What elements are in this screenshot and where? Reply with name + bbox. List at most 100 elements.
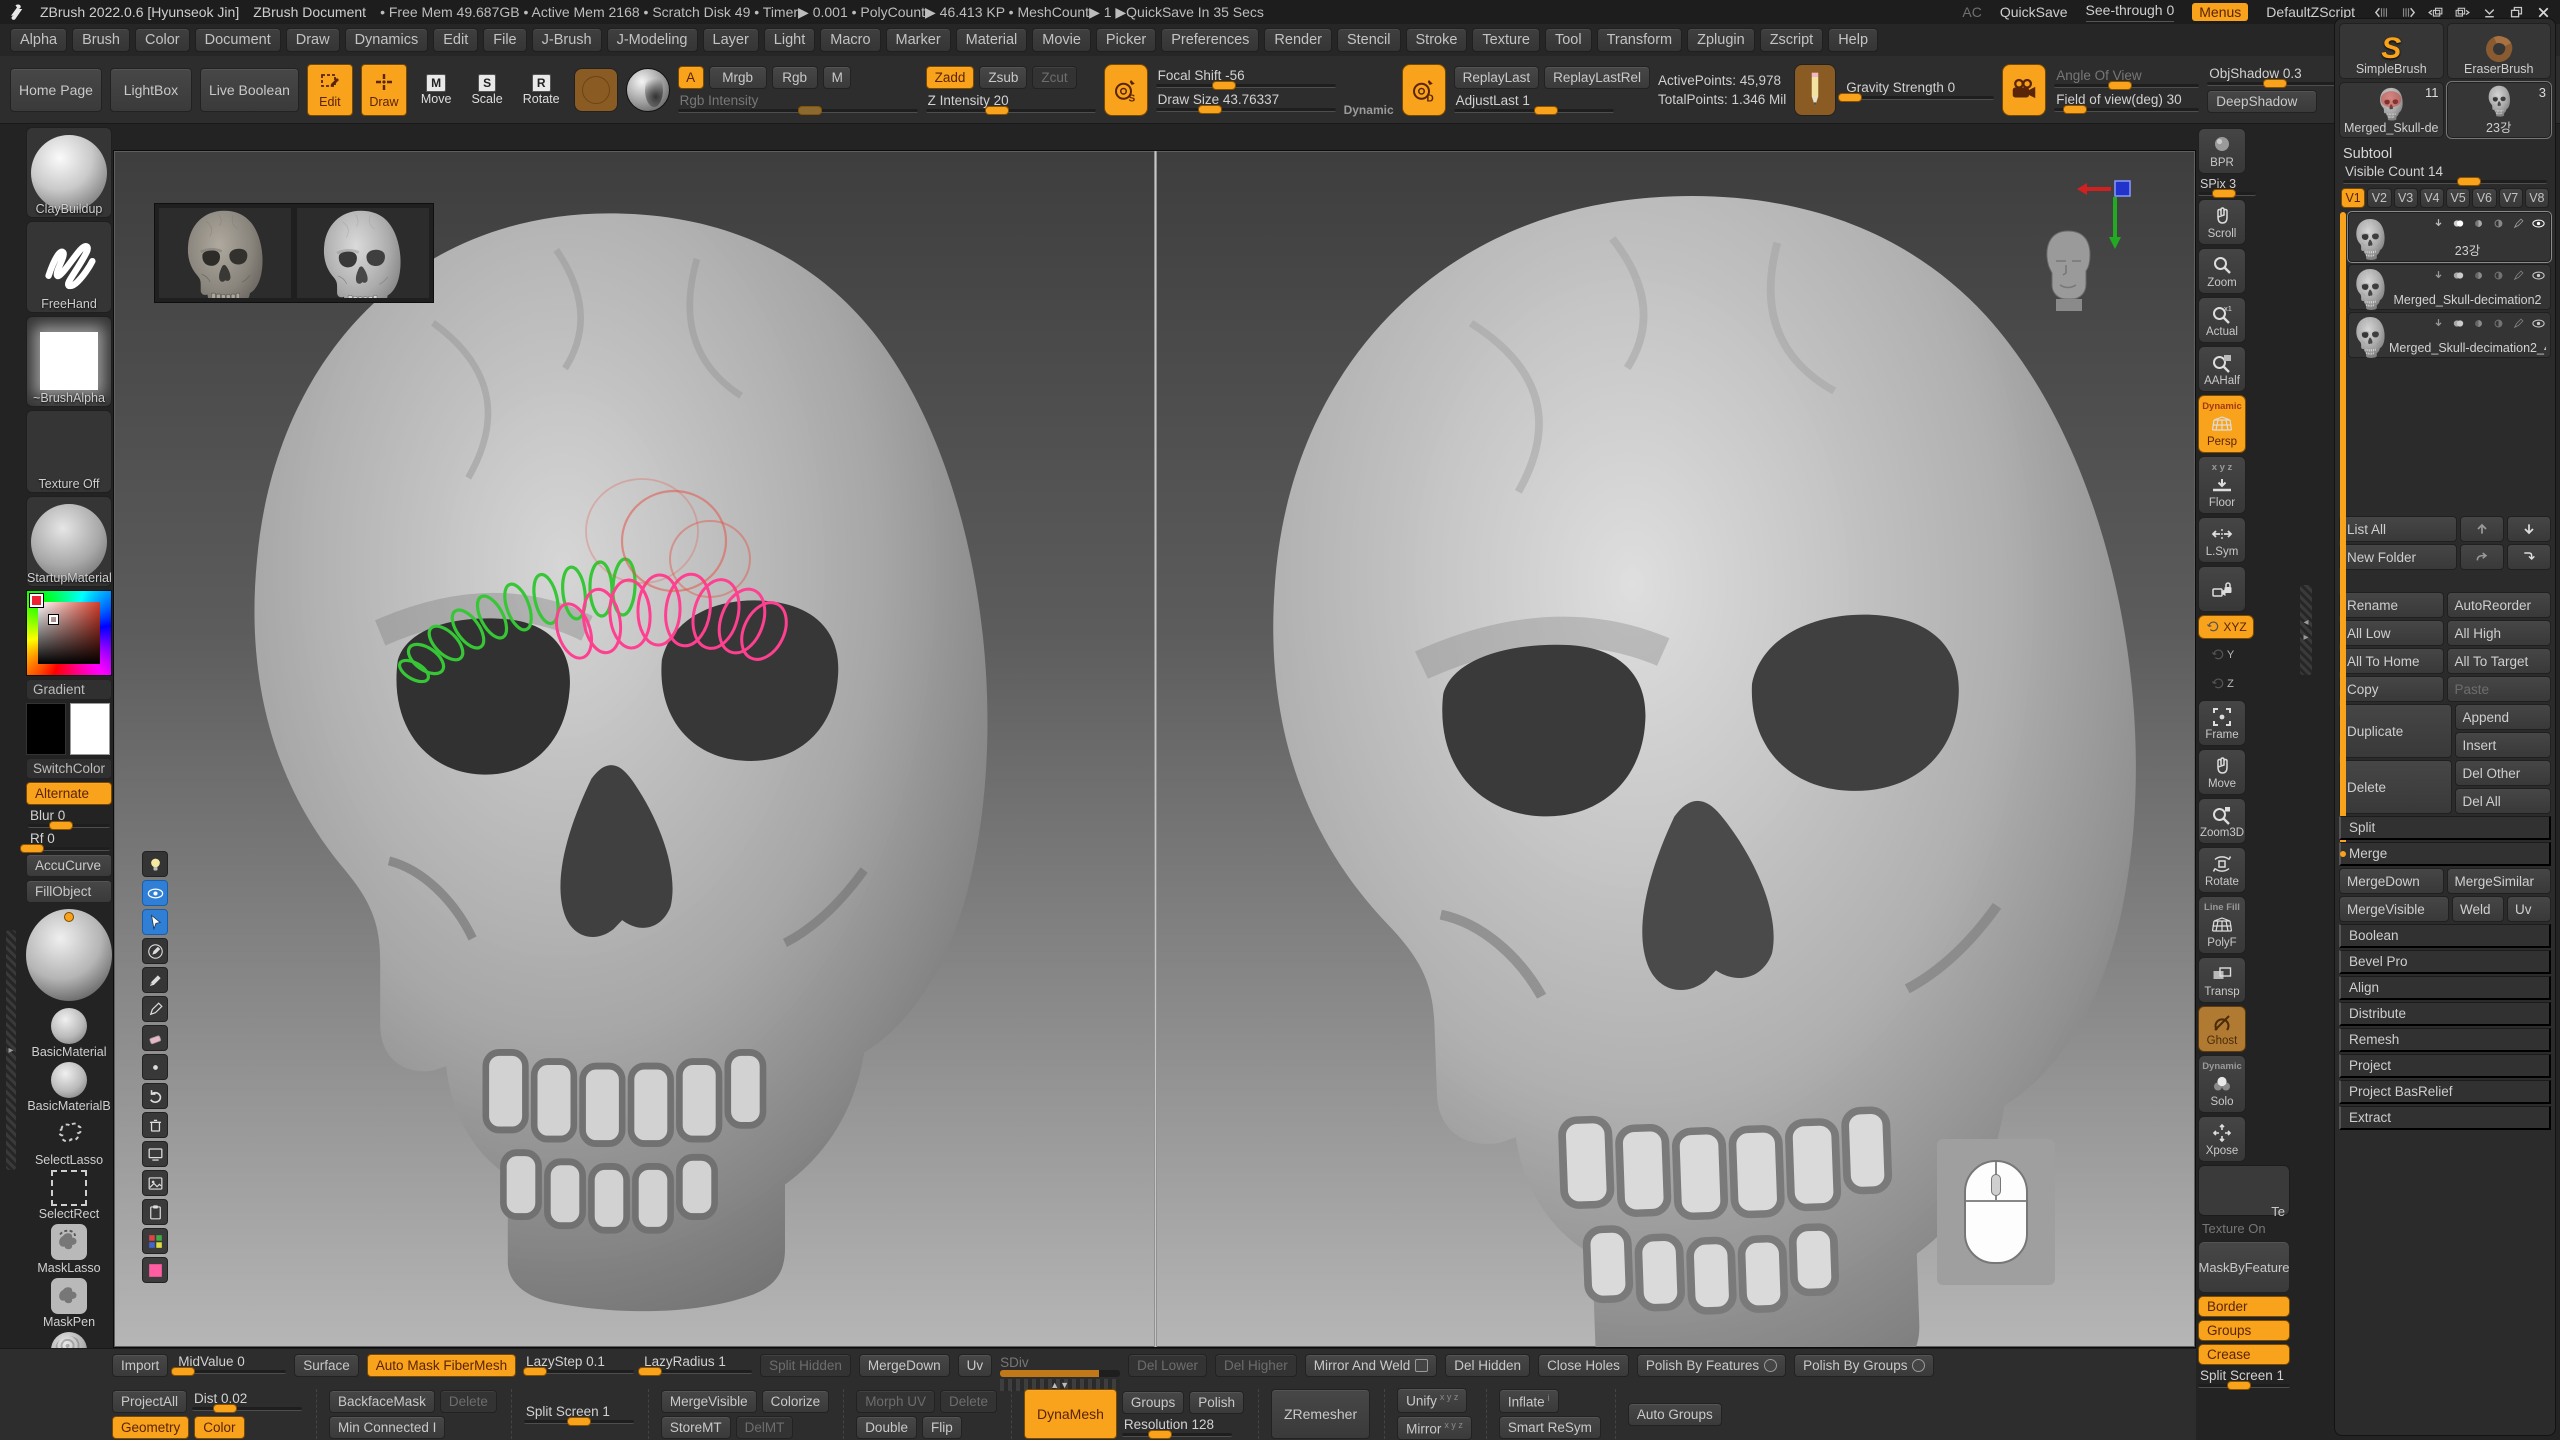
menu-zscript[interactable]: Zscript	[1760, 28, 1824, 52]
del-lower-button[interactable]: Del Lower	[1128, 1354, 1207, 1377]
rgb-button[interactable]: Rgb	[772, 66, 818, 89]
list-down-icon[interactable]	[2431, 216, 2446, 231]
eye-icon[interactable]	[2531, 316, 2546, 331]
delete-button[interactable]: Delete	[440, 1390, 497, 1413]
shade-icon[interactable]	[2471, 316, 2486, 331]
ac-toggle[interactable]: AC	[1962, 4, 1981, 20]
all-low-button[interactable]: All Low	[2339, 620, 2444, 646]
color-swatch[interactable]: A	[678, 66, 704, 89]
poly-icon[interactable]	[2451, 316, 2466, 331]
annot-pen-button[interactable]	[142, 996, 168, 1022]
focal-shift-slider[interactable]: Focal Shift -56	[1156, 68, 1336, 88]
align-section[interactable]: Align	[2339, 976, 2551, 1000]
slider-track[interactable]	[1122, 1433, 1232, 1437]
menu-alpha[interactable]: Alpha	[10, 28, 67, 52]
list-all-button[interactable]: List All	[2339, 516, 2457, 542]
slider-dist-0-02[interactable]: Dist 0.02	[192, 1391, 302, 1411]
viewport-floor-button[interactable]: x y zFloor	[2198, 456, 2246, 514]
del-other-button[interactable]: Del Other	[2455, 760, 2552, 786]
texture-thumb[interactable]: Te	[2198, 1165, 2290, 1216]
menu-render[interactable]: Render	[1264, 28, 1332, 52]
current-material-button[interactable]	[626, 68, 670, 112]
uv-button[interactable]: Uv	[2507, 896, 2551, 922]
slider-knob[interactable]	[2212, 189, 2236, 198]
annot-swatch-button[interactable]	[142, 1257, 168, 1283]
sidebar-item-selectlasso[interactable]: SelectLasso	[26, 1116, 112, 1167]
poly-icon[interactable]	[2451, 268, 2466, 283]
camera-head-preview[interactable]	[2037, 227, 2099, 313]
ring-icon[interactable]	[2491, 316, 2506, 331]
viewport-transp-button[interactable]: Transp	[2198, 957, 2246, 1003]
annot-bulb-button[interactable]	[142, 851, 168, 877]
slider-split-screen-1[interactable]: Split Screen 1	[524, 1404, 634, 1424]
menu-tool[interactable]: Tool	[1545, 28, 1592, 52]
import-button[interactable]: Import	[112, 1354, 168, 1377]
sidebar-item-basicmaterialb[interactable]: BasicMaterialB	[26, 1062, 112, 1113]
home-page-button[interactable]: Home Page	[10, 68, 102, 112]
projectall-button[interactable]: ProjectAll	[112, 1390, 187, 1413]
scale-button[interactable]: SScale	[465, 73, 508, 107]
annot-cursor-button[interactable]	[142, 909, 168, 935]
split-screen-divider[interactable]	[1154, 151, 1157, 1347]
slider-track[interactable]	[28, 824, 110, 828]
menu-file[interactable]: File	[483, 28, 526, 52]
boolean-section[interactable]: Boolean	[2339, 924, 2551, 948]
move-into-button[interactable]	[2507, 544, 2551, 570]
field-of-view-slider[interactable]: Field of view(deg) 30	[2054, 92, 2199, 112]
double-button[interactable]: Double	[856, 1416, 917, 1439]
mergevisible-button[interactable]: MergeVisible	[2339, 896, 2449, 922]
viewport-frame-button[interactable]: Frame	[2198, 700, 2246, 746]
viewport-xyz-button[interactable]: XYZ	[2198, 615, 2254, 639]
menu-j-brush[interactable]: J-Brush	[532, 28, 602, 52]
list-down-icon[interactable]	[2431, 268, 2446, 283]
project-section[interactable]: Project	[2339, 1054, 2551, 1078]
subtool-tab-v1[interactable]: V1	[2341, 188, 2365, 208]
annot-pencil-circle-button[interactable]	[142, 938, 168, 964]
menu-stroke[interactable]: Stroke	[1406, 28, 1468, 52]
annot-palette-button[interactable]	[142, 1228, 168, 1254]
subtool-tab-v2[interactable]: V2	[2367, 188, 2391, 208]
reference-skull-2[interactable]	[297, 208, 429, 298]
sidebar-item-selectrect[interactable]: SelectRect	[26, 1170, 112, 1221]
sv-square[interactable]	[38, 602, 100, 663]
subtool-tab-v6[interactable]: V6	[2472, 188, 2496, 208]
duplicate-button[interactable]: Duplicate	[2339, 704, 2452, 758]
new-folder-button[interactable]: New Folder	[2339, 544, 2457, 570]
move-up-button[interactable]	[2460, 516, 2504, 542]
brush-simplebrush[interactable]: S SimpleBrush	[2339, 23, 2444, 79]
brush-eraserbrush[interactable]: EraserBrush	[2447, 23, 2552, 79]
poly-icon[interactable]	[2451, 216, 2466, 231]
ring-icon[interactable]	[2491, 268, 2506, 283]
delmt-button[interactable]: DelMT	[736, 1416, 794, 1439]
adjust-last-slider[interactable]: AdjustLast 1	[1454, 93, 1614, 113]
sidebar-item-texture-off[interactable]: Texture Off	[26, 410, 112, 493]
shade-icon[interactable]	[2471, 216, 2486, 231]
z-intensity-slider[interactable]: Z Intensity 20	[926, 93, 1096, 113]
all-to-target-button[interactable]: All To Target	[2447, 648, 2552, 674]
menu-material[interactable]: Material	[956, 28, 1028, 52]
viewport-zoom3d-button[interactable]: Zoom3D	[2198, 798, 2246, 844]
viewport-actual-button[interactable]: x1Actual	[2198, 297, 2246, 343]
slider-knob[interactable]	[638, 1367, 662, 1376]
tool-23[interactable]: 3 23강	[2447, 82, 2552, 138]
weld-button[interactable]: Weld	[2452, 896, 2504, 922]
annot-eye-button[interactable]	[142, 880, 168, 906]
unify-button[interactable]: Unifyx y z	[1397, 1388, 1467, 1413]
groups-button[interactable]: Groups	[1122, 1391, 1184, 1414]
viewport-scroll-button[interactable]: Scroll	[2198, 199, 2246, 245]
subtool-tab-v3[interactable]: V3	[2394, 188, 2418, 208]
insert-button[interactable]: Insert	[2455, 732, 2552, 758]
slider-knob[interactable]	[567, 1417, 591, 1426]
menu-j-modeling[interactable]: J-Modeling	[607, 28, 698, 52]
mirror-button[interactable]: Mirrorx y z	[1397, 1416, 1472, 1440]
extract-section[interactable]: Extract	[2339, 1106, 2551, 1130]
menu-brush[interactable]: Brush	[72, 28, 130, 52]
zsub-button[interactable]: Zsub	[979, 66, 1027, 89]
mergedown-button[interactable]: MergeDown	[2339, 868, 2444, 894]
viewport-z-button[interactable]: Z	[2198, 671, 2246, 697]
storemt-button[interactable]: StoreMT	[661, 1416, 731, 1439]
annot-pencil-button[interactable]	[142, 967, 168, 993]
remesh-section[interactable]: Remesh	[2339, 1028, 2551, 1052]
viewport-l-sym-button[interactable]: L.Sym	[2198, 517, 2246, 563]
sidebar-item-gradient[interactable]: Gradient	[26, 679, 112, 700]
